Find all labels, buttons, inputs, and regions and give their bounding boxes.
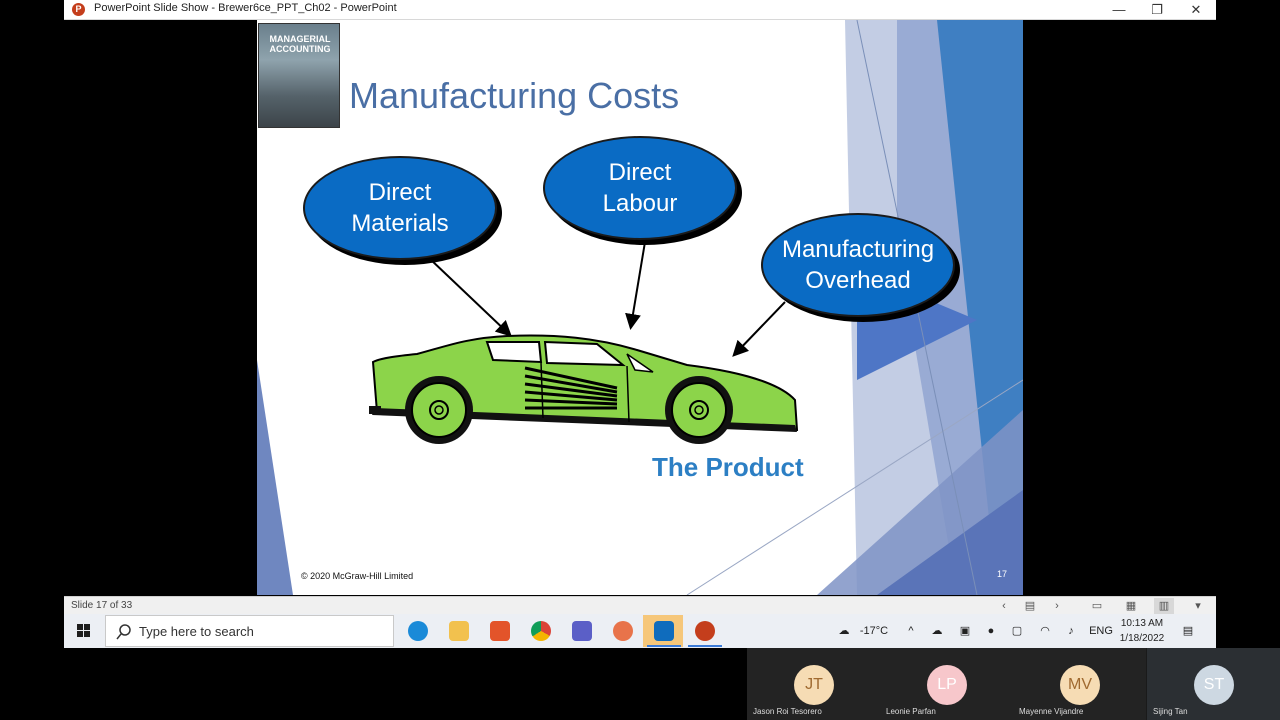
chevron-left-icon[interactable]: ‹ xyxy=(994,598,1014,614)
avatar: JT xyxy=(794,665,834,705)
participant-name: Mayenne Vijandre xyxy=(1019,707,1084,716)
participant-tile[interactable]: ST Sijing Tan xyxy=(1147,648,1280,720)
slide-counter: Slide 17 of 33 xyxy=(71,600,133,611)
taskbar-search-box[interactable]: Type here to search xyxy=(105,615,394,647)
sports-car-illustration xyxy=(369,334,799,444)
slideshow-status-bar: Slide 17 of 33 ‹ ▤ › ▭ ▦ ▥ ▾ xyxy=(64,596,1216,615)
onedrive-icon[interactable]: ☁ xyxy=(928,614,946,648)
copyright-text: © 2020 McGraw-Hill Limited xyxy=(301,571,414,581)
avatar: MV xyxy=(1060,665,1100,705)
weather-icon[interactable]: ☁ xyxy=(834,614,854,648)
participant-name: Jason Roi Tesorero xyxy=(753,707,822,716)
normal-view-icon[interactable]: ▭ xyxy=(1087,598,1107,614)
outlook-icon[interactable] xyxy=(643,615,683,647)
avatar: LP xyxy=(927,665,967,705)
minimize-button[interactable]: — xyxy=(1100,0,1138,19)
arrows-and-car xyxy=(369,241,799,444)
search-placeholder: Type here to search xyxy=(139,624,254,639)
windows-logo-icon xyxy=(77,624,90,637)
arrow-materials xyxy=(428,257,512,337)
clock-date: 1/18/2022 xyxy=(1119,633,1165,644)
arrow-labour xyxy=(625,241,646,330)
participant-tile[interactable]: MV Mayenne Vijandre xyxy=(1013,648,1146,720)
powerpoint-icon[interactable] xyxy=(684,615,724,647)
close-button[interactable]: ✕ xyxy=(1177,0,1215,19)
notifications-icon[interactable]: ▤ xyxy=(1178,614,1198,648)
edge-icon[interactable] xyxy=(397,615,437,647)
windows-taskbar: Type here to search ☁ -17°C ^ ☁ ▣ ● ▢ ◠ … xyxy=(64,614,1216,648)
microphone-icon[interactable]: ● xyxy=(982,614,1000,648)
start-button[interactable] xyxy=(64,614,104,648)
active-app-indicator xyxy=(688,645,722,647)
avatar: ST xyxy=(1194,665,1234,705)
chevron-right-icon[interactable]: › xyxy=(1047,598,1067,614)
teams-icon[interactable] xyxy=(561,615,601,647)
meeting-participant-strip: JT Jason Roi Tesorero LP Leonie Parfan M… xyxy=(747,648,1280,720)
reading-view-icon[interactable]: ▥ xyxy=(1154,598,1174,614)
clock-time: 10:13 AM xyxy=(1120,618,1164,629)
product-label: The Product xyxy=(652,452,804,482)
chevron-up-icon[interactable]: ^ xyxy=(902,614,920,648)
snipping-tool-icon[interactable] xyxy=(602,615,642,647)
window-title-bar: P PowerPoint Slide Show - Brewer6ce_PPT_… xyxy=(64,0,1216,20)
participant-tile[interactable]: JT Jason Roi Tesorero xyxy=(747,648,880,720)
arrow-overhead xyxy=(732,301,786,357)
notes-icon[interactable]: ▤ xyxy=(1020,598,1040,614)
powerpoint-app-icon: P xyxy=(72,3,85,16)
search-icon xyxy=(116,624,131,640)
slide-canvas[interactable]: MANAGERIAL ACCOUNTING Manufacturing Cost… xyxy=(257,20,1023,595)
slide-sorter-icon[interactable]: ▦ xyxy=(1121,598,1141,614)
meet-now-icon[interactable]: ▣ xyxy=(956,614,974,648)
restore-button[interactable]: ❐ xyxy=(1138,0,1176,19)
office-icon[interactable] xyxy=(479,615,519,647)
window-title: PowerPoint Slide Show - Brewer6ce_PPT_Ch… xyxy=(94,2,397,14)
participant-tile[interactable]: LP Leonie Parfan xyxy=(880,648,1013,720)
chrome-icon[interactable] xyxy=(520,615,560,647)
volume-icon[interactable]: ♪ xyxy=(1062,614,1080,648)
file-explorer-icon[interactable] xyxy=(438,615,478,647)
screen-share-icon[interactable]: ▢ xyxy=(1008,614,1026,648)
slide-number: 17 xyxy=(997,569,1008,579)
weather-temperature[interactable]: -17°C xyxy=(856,614,892,648)
active-app-indicator xyxy=(647,645,681,647)
system-clock[interactable]: 10:13 AM 1/18/2022 xyxy=(1117,616,1167,646)
participant-name: Sijing Tan xyxy=(1153,707,1188,716)
participant-name: Leonie Parfan xyxy=(886,707,936,716)
language-indicator[interactable]: ENG xyxy=(1088,614,1114,648)
wifi-icon[interactable]: ◠ xyxy=(1036,614,1054,648)
slideshow-icon[interactable]: ▾ xyxy=(1188,598,1208,614)
